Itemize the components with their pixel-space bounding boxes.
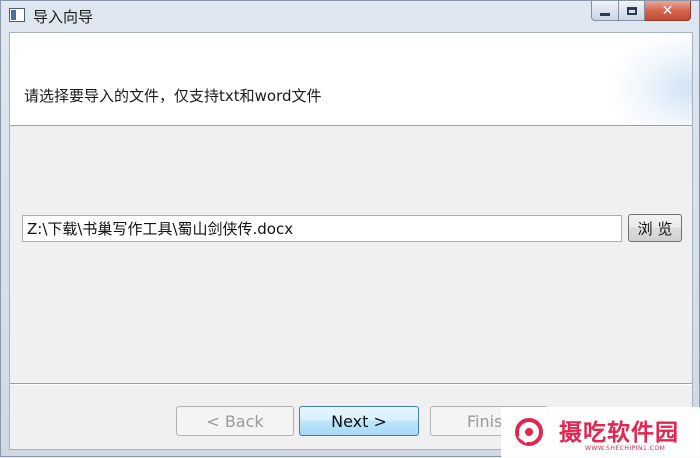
wizard-window: 导入向导 ✕ 请选择要导入的文件，仅支持txt和word文件 浏 览 < Bac… — [0, 0, 700, 458]
minimize-icon — [600, 13, 610, 16]
instruction-text: 请选择要导入的文件，仅支持txt和word文件 — [24, 87, 322, 105]
header-decoration — [612, 33, 692, 125]
watermark: 摄吃软件园 WWW.SHECHIPIN1.COM — [501, 407, 700, 458]
file-path-input[interactable] — [22, 215, 622, 242]
back-button[interactable]: < Back — [176, 406, 294, 436]
app-window-icon — [9, 8, 25, 22]
watermark-logo-icon — [515, 418, 543, 446]
title-bar[interactable]: 导入向导 ✕ — [1, 1, 699, 33]
wizard-page: 请选择要导入的文件，仅支持txt和word文件 浏 览 < Back Next … — [9, 32, 693, 450]
watermark-name: 摄吃软件园 — [559, 420, 679, 446]
close-button[interactable]: ✕ — [645, 1, 691, 21]
caption-buttons: ✕ — [591, 1, 691, 23]
browse-button[interactable]: 浏 览 — [628, 214, 682, 242]
window-title: 导入向导 — [33, 8, 94, 26]
wizard-header: 请选择要导入的文件，仅支持txt和word文件 — [10, 33, 692, 126]
watermark-sub: WWW.SHECHIPIN1.COM — [585, 445, 666, 452]
maximize-button[interactable] — [619, 1, 645, 21]
footer-divider — [10, 383, 692, 385]
close-icon: ✕ — [661, 2, 674, 19]
next-button[interactable]: Next > — [299, 406, 419, 436]
maximize-icon — [626, 6, 637, 15]
minimize-button[interactable] — [591, 1, 619, 21]
